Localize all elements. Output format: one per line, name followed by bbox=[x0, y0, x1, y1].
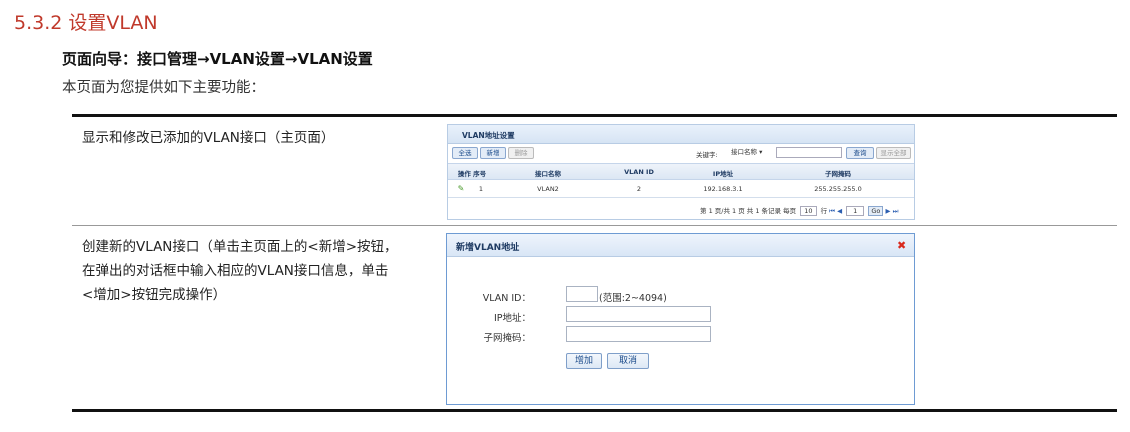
cell-mask: 255.255.255.0 bbox=[814, 185, 862, 193]
cell-seq: 1 bbox=[478, 185, 484, 193]
row1-description: 显示和修改已添加的VLAN接口（主页面） bbox=[82, 126, 334, 150]
section-heading: 5.3.2 设置VLAN bbox=[14, 12, 158, 34]
pager: 第 1 页/共 1 页 共 1 条记录 每页 10 行 ⏮ ◀ 1 Go ▶ ⏭ bbox=[700, 205, 898, 216]
page-input[interactable]: 1 bbox=[846, 206, 865, 216]
next-page-icon[interactable]: ▶ bbox=[885, 207, 890, 215]
desc-line: 创建新的VLAN接口（单击主页面上的<新增>按钮， bbox=[82, 239, 398, 255]
mask-input[interactable] bbox=[566, 326, 711, 342]
table-top-rule bbox=[72, 114, 1117, 117]
delete-button[interactable]: 删除 bbox=[508, 147, 534, 159]
pager-divider bbox=[448, 197, 914, 198]
desc-line: 在弹出的对话框中输入相应的VLAN接口信息，单击 bbox=[82, 263, 389, 279]
col-mask: 子网掩码 bbox=[825, 170, 851, 178]
add-button[interactable]: 新增 bbox=[480, 147, 506, 159]
mask-label: 子网掩码： bbox=[483, 333, 531, 344]
last-page-icon[interactable]: ⏭ bbox=[893, 207, 899, 215]
table-mid-rule bbox=[72, 225, 1117, 226]
keyword-input[interactable] bbox=[776, 147, 842, 158]
add-confirm-button[interactable]: 增加 bbox=[566, 353, 602, 369]
cancel-button[interactable]: 取消 bbox=[607, 353, 649, 369]
desc-line: <增加>按钮完成操作） bbox=[82, 287, 227, 303]
panel-titlebar: VLAN地址设置 bbox=[448, 125, 914, 144]
table-bottom-rule bbox=[72, 409, 1117, 412]
vlan-id-range: (范围:2~4094) bbox=[599, 293, 667, 304]
cell-name: VLAN2 bbox=[537, 185, 559, 193]
rows-unit: 行 bbox=[820, 207, 828, 215]
vlan-id-label: VLAN ID： bbox=[482, 293, 531, 304]
prev-page-icon[interactable]: ◀ bbox=[837, 207, 842, 215]
panel-title: VLAN地址设置 bbox=[462, 131, 515, 140]
close-icon[interactable]: ✖ bbox=[897, 239, 906, 252]
col-name: 接口名称 bbox=[535, 170, 561, 178]
ip-input[interactable] bbox=[566, 306, 711, 322]
query-button[interactable]: 查询 bbox=[846, 147, 874, 159]
show-all-button[interactable]: 显示全部 bbox=[876, 147, 911, 159]
pager-text: 第 1 页/共 1 页 共 1 条记录 每页 bbox=[700, 207, 797, 215]
dialog-titlebar: 新增VLAN地址 ✖ bbox=[447, 234, 914, 257]
go-button[interactable]: Go bbox=[868, 206, 884, 216]
col-ip: IP地址 bbox=[712, 170, 734, 178]
cell-vlan-id: 2 bbox=[636, 185, 642, 193]
vlan-id-input[interactable] bbox=[566, 286, 598, 302]
dialog-title: 新增VLAN地址 bbox=[456, 243, 520, 253]
intro-text: 本页面为您提供如下主要功能： bbox=[62, 80, 265, 96]
row2-description: 创建新的VLAN接口（单击主页面上的<新增>按钮， 在弹出的对话框中输入相应的V… bbox=[82, 235, 398, 307]
edit-pencil-icon[interactable]: ✎ bbox=[456, 184, 466, 193]
per-page-input[interactable]: 10 bbox=[800, 206, 817, 216]
ip-label: IP地址： bbox=[493, 313, 531, 324]
keyword-label: 关键字: bbox=[696, 151, 718, 159]
cell-ip: 192.168.3.1 bbox=[703, 185, 743, 193]
vlan-list-screenshot: VLAN地址设置 全选 新增 删除 关键字: 接口名称 ▾ 查询 显示全部 操作… bbox=[447, 124, 915, 220]
keyword-field-select[interactable]: 接口名称 ▾ bbox=[731, 148, 771, 157]
nav-path: 页面向导：接口管理→VLAN设置→VLAN设置 bbox=[62, 50, 373, 68]
select-all-button[interactable]: 全选 bbox=[452, 147, 478, 159]
col-op-seq: 操作 序号 bbox=[457, 170, 487, 178]
desc-line: 显示和修改已添加的VLAN接口（主页面） bbox=[82, 130, 335, 146]
table-header: 操作 序号 接口名称 VLAN ID IP地址 子网掩码 bbox=[448, 163, 914, 180]
add-vlan-dialog-screenshot: 新增VLAN地址 ✖ VLAN ID： (范围:2~4094) IP地址： 子网… bbox=[446, 233, 915, 405]
first-page-icon[interactable]: ⏮ bbox=[829, 207, 835, 215]
col-vlan-id: VLAN ID bbox=[624, 168, 654, 176]
